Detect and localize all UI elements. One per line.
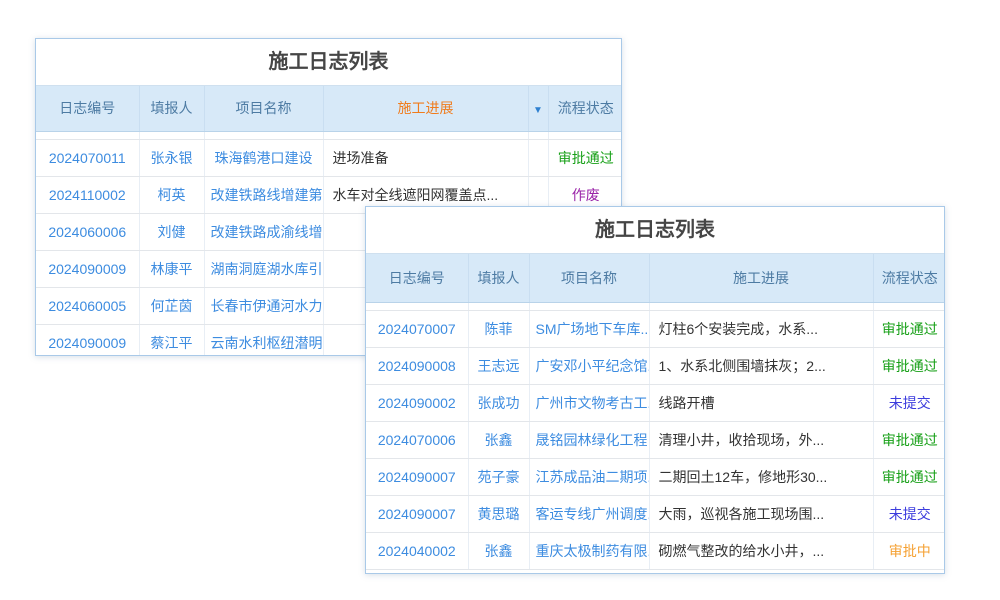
partial-cell — [468, 302, 529, 310]
progress-text: 线路开槽 — [649, 384, 873, 421]
reporter-link[interactable]: 张鑫 — [468, 421, 529, 458]
partial-cell — [139, 131, 204, 139]
chevron-down-icon[interactable]: ▼ — [533, 105, 543, 116]
log-id-link[interactable]: 2024060005 — [36, 287, 139, 324]
progress-text: 清理小井，收拾现场，外... — [649, 421, 873, 458]
reporter-link[interactable]: 苑子豪 — [468, 458, 529, 495]
partial-cell — [323, 131, 528, 139]
log-id-link[interactable]: 2024070006 — [366, 421, 468, 458]
log-id-link[interactable]: 2024090009 — [36, 324, 139, 356]
construction-log-list-window-front: 施工日志列表 日志编号 填报人 项目名称 施工进展 流程状态 202407000… — [365, 206, 945, 574]
partial-cell — [366, 302, 468, 310]
filter-arrow-column-cell — [528, 139, 548, 176]
log-id-link[interactable]: 2024090009 — [36, 250, 139, 287]
column-header-reporter: 填报人 — [468, 254, 529, 302]
status-badge: 审批通过 — [548, 139, 622, 176]
column-header-log-id: 日志编号 — [366, 254, 468, 302]
reporter-link[interactable]: 王志远 — [468, 347, 529, 384]
table-row: 2024070006张鑫晟铭园林绿化工程清理小井，收拾现场，外...审批通过 — [366, 421, 945, 458]
log-id-link[interactable]: 2024090008 — [366, 347, 468, 384]
log-id-link[interactable]: 2024110002 — [36, 176, 139, 213]
project-link[interactable]: 晟铭园林绿化工程 — [529, 421, 649, 458]
project-link[interactable]: 客运专线广州调度... — [529, 495, 649, 532]
log-id-link[interactable]: 2024070007 — [366, 310, 468, 347]
table-header-row: 日志编号 填报人 项目名称 施工进展 ▼ 流程状态 — [36, 86, 622, 131]
status-badge: 审批通过 — [873, 421, 945, 458]
reporter-link[interactable]: 林康平 — [139, 250, 204, 287]
progress-text: 砌燃气整改的给水小井，... — [649, 532, 873, 569]
page-title: 施工日志列表 — [36, 39, 621, 86]
column-header-reporter: 填报人 — [139, 86, 204, 131]
reporter-link[interactable]: 黄思璐 — [468, 495, 529, 532]
column-header-status: 流程状态 — [873, 254, 945, 302]
progress-text: 1、水系北侧围墙抹灰；2... — [649, 347, 873, 384]
table-row: 2024090008王志远广安邓小平纪念馆...1、水系北侧围墙抹灰；2...审… — [366, 347, 945, 384]
table-row: 2024040002张鑫重庆太极制药有限...砌燃气整改的给水小井，...审批中 — [366, 532, 945, 569]
table-row: 2024090007黄思璐客运专线广州调度...大雨，巡视各施工现场围...未提… — [366, 495, 945, 532]
reporter-link[interactable]: 张永银 — [139, 139, 204, 176]
status-badge: 审批中 — [873, 532, 945, 569]
table-header-row: 日志编号 填报人 项目名称 施工进展 流程状态 — [366, 254, 945, 302]
table-row: 2024070007陈菲SM广场地下车库...灯柱6个安装完成，水系...审批通… — [366, 310, 945, 347]
project-link[interactable]: 改建铁路成渝线增... — [204, 213, 323, 250]
project-link[interactable]: 江苏成品油二期项... — [529, 458, 649, 495]
project-link[interactable]: 长春市伊通河水力... — [204, 287, 323, 324]
reporter-link[interactable]: 刘健 — [139, 213, 204, 250]
project-link[interactable]: SM广场地下车库... — [529, 310, 649, 347]
project-link[interactable]: 湖南洞庭湖水库引... — [204, 250, 323, 287]
progress-text: 大雨，巡视各施工现场围... — [649, 495, 873, 532]
partial-cell — [204, 131, 323, 139]
column-header-progress-filtered[interactable]: 施工进展 — [323, 86, 528, 131]
table-row: 2024070011张永银珠海鹤港口建设进场准备审批通过 — [36, 139, 622, 176]
project-link[interactable]: 广安邓小平纪念馆... — [529, 347, 649, 384]
status-badge: 审批通过 — [873, 310, 945, 347]
project-link[interactable]: 重庆太极制药有限... — [529, 532, 649, 569]
page-title: 施工日志列表 — [366, 207, 944, 254]
partial-cell — [548, 131, 622, 139]
log-id-link[interactable]: 2024070011 — [36, 139, 139, 176]
filter-dropdown-cell[interactable]: ▼ — [528, 86, 548, 131]
log-id-link[interactable]: 2024060006 — [36, 213, 139, 250]
partial-cell — [528, 131, 548, 139]
reporter-link[interactable]: 何芷茵 — [139, 287, 204, 324]
reporter-link[interactable]: 蔡江平 — [139, 324, 204, 356]
column-header-progress: 施工进展 — [649, 254, 873, 302]
status-badge: 审批通过 — [873, 458, 945, 495]
progress-text: 二期回土12车，修地形30... — [649, 458, 873, 495]
partial-cell — [873, 302, 945, 310]
column-header-status: 流程状态 — [548, 86, 622, 131]
log-id-link[interactable]: 2024090007 — [366, 495, 468, 532]
column-header-project: 项目名称 — [204, 86, 323, 131]
log-id-link[interactable]: 2024040002 — [366, 532, 468, 569]
partially-scrolled-row — [36, 131, 622, 139]
construction-log-table: 日志编号 填报人 项目名称 施工进展 流程状态 2024070007陈菲SM广场… — [366, 254, 945, 570]
table-row: 2024090002张成功广州市文物考古工...线路开槽未提交 — [366, 384, 945, 421]
reporter-link[interactable]: 张成功 — [468, 384, 529, 421]
partial-cell — [529, 302, 649, 310]
column-header-project: 项目名称 — [529, 254, 649, 302]
progress-text: 灯柱6个安装完成，水系... — [649, 310, 873, 347]
table-row: 2024090007苑子豪江苏成品油二期项...二期回土12车，修地形30...… — [366, 458, 945, 495]
progress-text: 进场准备 — [323, 139, 528, 176]
status-badge: 未提交 — [873, 384, 945, 421]
log-id-link[interactable]: 2024090002 — [366, 384, 468, 421]
project-link[interactable]: 云南水利枢纽潜明... — [204, 324, 323, 356]
column-header-log-id: 日志编号 — [36, 86, 139, 131]
project-link[interactable]: 珠海鹤港口建设 — [204, 139, 323, 176]
partially-scrolled-row — [366, 302, 945, 310]
log-id-link[interactable]: 2024090007 — [366, 458, 468, 495]
status-badge: 未提交 — [873, 495, 945, 532]
reporter-link[interactable]: 陈菲 — [468, 310, 529, 347]
project-link[interactable]: 改建铁路线增建第... — [204, 176, 323, 213]
reporter-link[interactable]: 柯英 — [139, 176, 204, 213]
partial-cell — [36, 131, 139, 139]
reporter-link[interactable]: 张鑫 — [468, 532, 529, 569]
status-badge: 审批通过 — [873, 347, 945, 384]
project-link[interactable]: 广州市文物考古工... — [529, 384, 649, 421]
partial-cell — [649, 302, 873, 310]
